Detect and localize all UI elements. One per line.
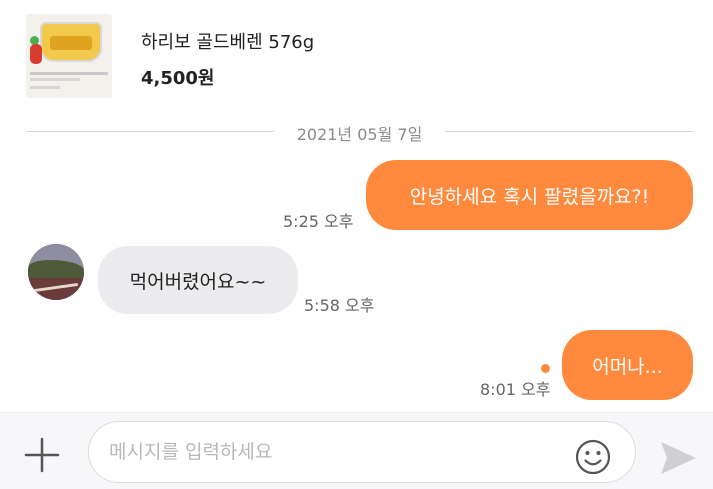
- message-time: 8:01 오후: [480, 380, 551, 399]
- message-composer: [0, 412, 713, 489]
- send-button[interactable]: [658, 439, 698, 477]
- divider-line: [445, 131, 693, 132]
- smiley-icon: [575, 439, 611, 475]
- message-bubble-sent[interactable]: 어머나...: [562, 330, 693, 400]
- emoji-button[interactable]: [575, 439, 611, 475]
- avatar[interactable]: [28, 244, 84, 300]
- message-bubble-sent[interactable]: 안녕하세요 혹시 팔렸을까요?!: [366, 160, 693, 230]
- plus-icon: [24, 437, 60, 473]
- send-icon: [661, 442, 696, 474]
- message-input[interactable]: [109, 422, 579, 482]
- product-card[interactable]: 하리보 골드베렌 576g 4,500원: [0, 0, 713, 110]
- date-divider: 2021년 05월 7일: [26, 118, 693, 144]
- date-label: 2021년 05월 7일: [296, 125, 423, 144]
- product-price: 4,500원: [141, 68, 215, 89]
- attach-button[interactable]: [22, 435, 62, 475]
- message-time: 5:25 오후: [283, 212, 354, 231]
- message-input-container[interactable]: [88, 421, 636, 483]
- message-bubble-received[interactable]: 먹어버렸어요~~: [98, 246, 298, 314]
- product-title: 하리보 골드베렌 576g: [141, 32, 315, 53]
- product-thumbnail[interactable]: [26, 14, 112, 98]
- message-time: 5:58 오후: [304, 296, 375, 315]
- divider-line: [26, 131, 274, 132]
- unread-indicator: [541, 364, 550, 373]
